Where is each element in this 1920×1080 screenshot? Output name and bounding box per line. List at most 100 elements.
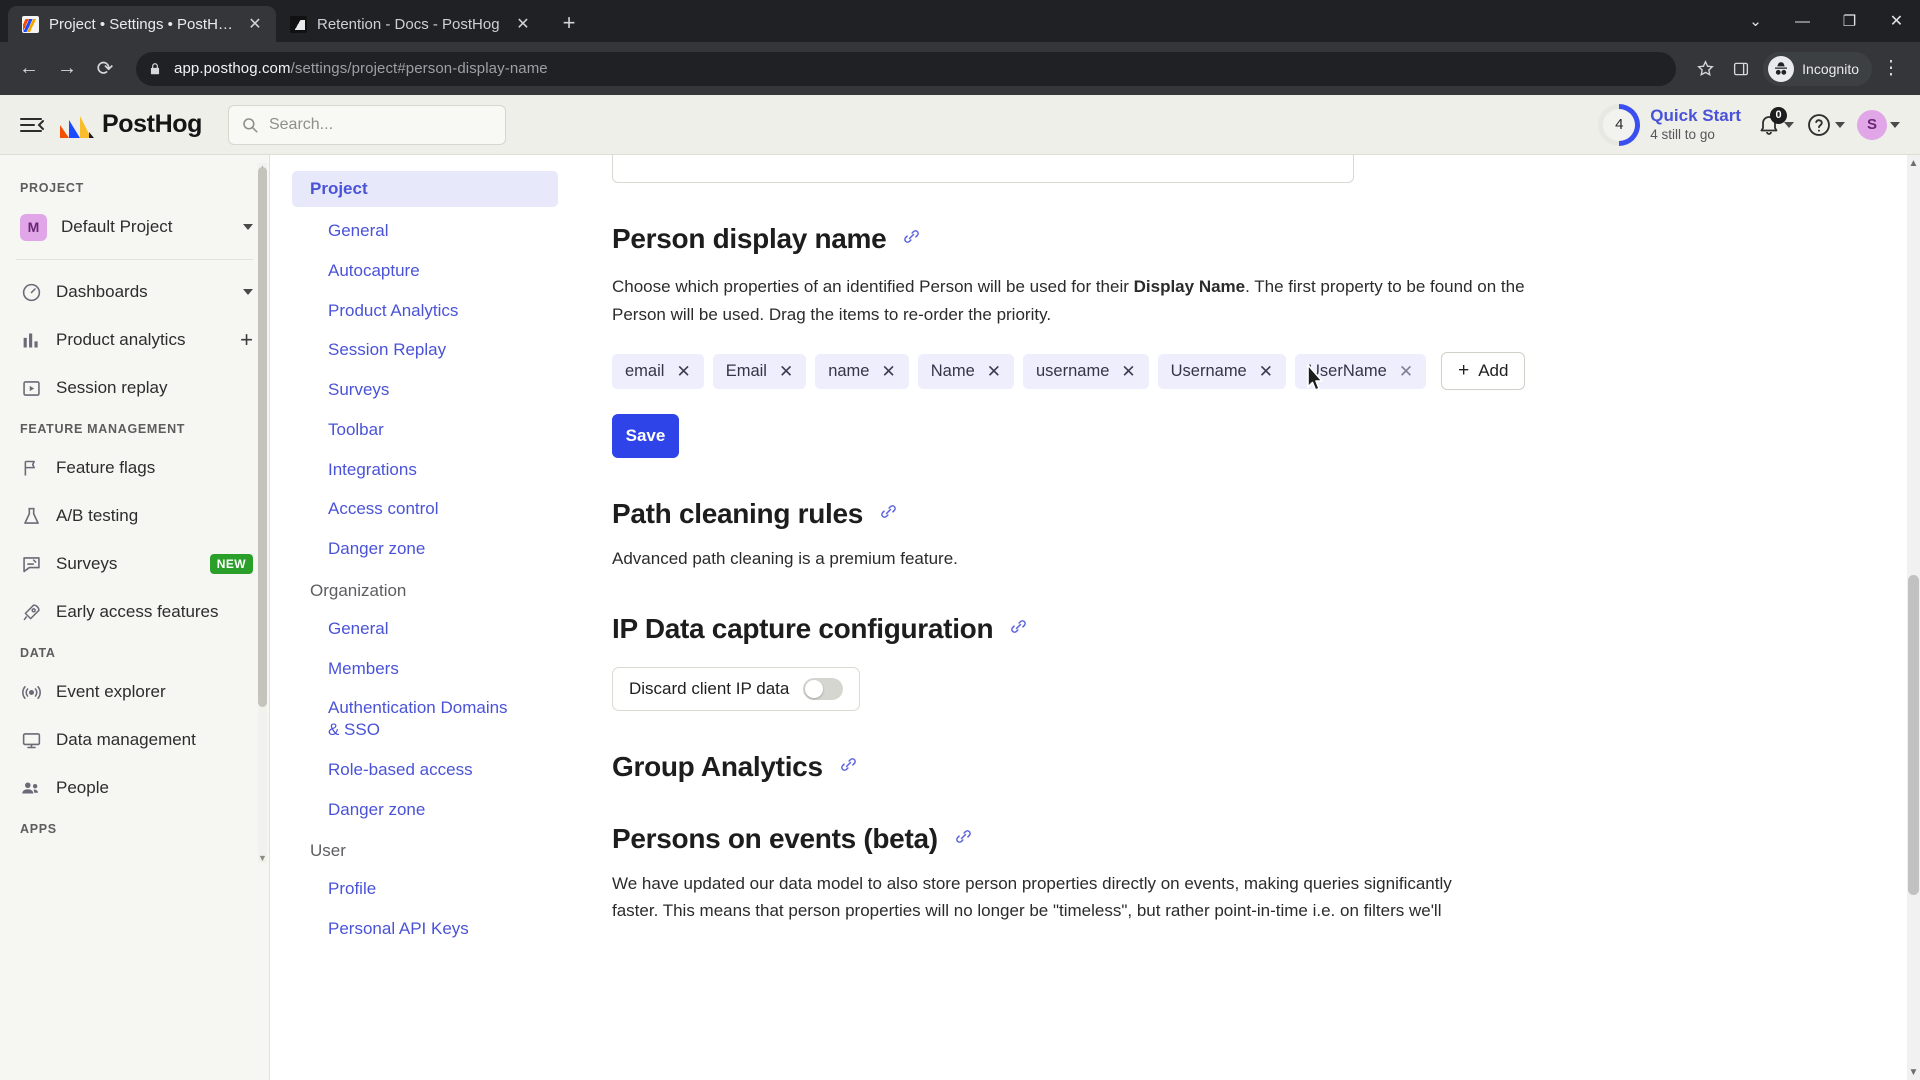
bar-chart-icon <box>20 329 42 351</box>
settings-link-members[interactable]: Members <box>292 649 558 689</box>
page-scrollbar[interactable]: ▲ ▼ <box>1907 155 1920 1080</box>
settings-nav-header-user: User <box>310 841 346 861</box>
add-property-button[interactable]: + Add <box>1441 352 1526 391</box>
close-window-button[interactable]: ✕ <box>1873 0 1920 42</box>
sidebar-item-default-project[interactable]: M Default Project <box>0 203 269 251</box>
property-chip[interactable]: name ✕ <box>815 353 909 389</box>
tab-close-icon[interactable]: ✕ <box>512 13 534 35</box>
scrollbar-thumb[interactable] <box>258 167 267 707</box>
project-badge: M <box>20 213 47 241</box>
reload-button[interactable]: ⟳ <box>88 52 122 86</box>
sidebar-item-surveys[interactable]: Surveys NEW <box>0 540 269 588</box>
search-input[interactable]: Search... <box>227 104 506 145</box>
person-display-name-description: Choose which properties of an identified… <box>612 273 1527 328</box>
sidebar-item-dashboards[interactable]: Dashboards <box>0 268 269 316</box>
sidebar-scrollbar[interactable]: ▲ ▼ <box>258 163 267 863</box>
close-icon[interactable]: ✕ <box>676 363 690 380</box>
discard-client-ip-toggle[interactable] <box>803 677 844 700</box>
settings-link-danger-zone[interactable]: Danger zone <box>292 529 558 569</box>
browser-tab-active[interactable]: Project • Settings • PostHog ✕ <box>8 6 276 42</box>
help-button[interactable] <box>1802 106 1849 144</box>
settings-link-access-control[interactable]: Access control <box>292 489 558 529</box>
sidebar-item-data-management[interactable]: Data management <box>0 716 269 764</box>
browser-tab-inactive[interactable]: Retention - Docs - PostHog ✕ <box>276 6 544 42</box>
help-circle-icon <box>1808 113 1830 136</box>
close-icon[interactable]: ✕ <box>987 363 1001 380</box>
settings-link-toolbar[interactable]: Toolbar <box>292 410 558 450</box>
settings-link-profile[interactable]: Profile <box>292 869 558 909</box>
clipped-input-above[interactable] <box>612 155 1354 183</box>
link-icon[interactable] <box>902 227 921 251</box>
ip-capture-heading: IP Data capture configuration <box>612 613 1880 645</box>
settings-link-integrations[interactable]: Integrations <box>292 450 558 490</box>
survey-icon <box>20 553 42 575</box>
settings-link-session-replay[interactable]: Session Replay <box>292 330 558 370</box>
browser-menu-icon[interactable]: ⋮ <box>1874 52 1908 86</box>
link-icon[interactable] <box>879 502 898 526</box>
settings-link-product-analytics[interactable]: Product Analytics <box>292 291 558 331</box>
property-chip[interactable]: Username ✕ <box>1157 353 1286 389</box>
close-icon[interactable]: ✕ <box>1259 363 1273 380</box>
url-text: app.posthog.com/settings/project#person-… <box>174 60 548 77</box>
sidebar-item-early-access-features[interactable]: Early access features <box>0 588 269 636</box>
quick-start-title: Quick Start <box>1650 105 1741 125</box>
close-icon[interactable]: ✕ <box>1399 363 1413 380</box>
quick-start-count: 4 <box>1603 108 1636 141</box>
sidebar-item-people[interactable]: People <box>0 764 269 812</box>
close-icon[interactable]: ✕ <box>881 363 895 380</box>
settings-link-surveys[interactable]: Surveys <box>292 370 558 410</box>
discard-client-ip-card[interactable]: Discard client IP data <box>612 666 861 711</box>
property-chip[interactable]: Name ✕ <box>917 353 1014 389</box>
incognito-profile-chip[interactable]: Incognito <box>1763 51 1872 86</box>
save-button[interactable]: Save <box>612 414 679 459</box>
sidebar-item-session-replay[interactable]: Session replay <box>0 364 269 412</box>
page-scrollbar-thumb[interactable] <box>1908 575 1919 895</box>
add-insight-button[interactable]: + <box>240 327 253 353</box>
tab-close-icon[interactable]: ✕ <box>244 13 266 35</box>
sidebar-item-label: Feature flags <box>56 458 156 477</box>
quick-start-text: Quick Start 4 still to go <box>1650 106 1741 143</box>
property-chip[interactable]: Email ✕ <box>712 353 807 389</box>
forward-button[interactable]: → <box>50 52 84 86</box>
side-panel-icon[interactable] <box>1724 52 1758 86</box>
link-icon[interactable] <box>1009 617 1028 641</box>
scroll-down-arrow-icon[interactable]: ▼ <box>1907 1064 1920 1080</box>
settings-link-auth-domains-sso[interactable]: Authentication Domains & SSO <box>292 688 558 750</box>
link-icon[interactable] <box>839 755 858 779</box>
star-icon[interactable] <box>1688 52 1722 86</box>
maximize-button[interactable]: ❐ <box>1826 0 1873 42</box>
property-chip[interactable]: username ✕ <box>1023 353 1149 389</box>
close-icon[interactable]: ✕ <box>1121 363 1135 380</box>
quick-start-progress-ring: 4 <box>1598 103 1641 146</box>
tab-search-chevron-icon[interactable]: ⌄ <box>1732 0 1779 42</box>
back-button[interactable]: ← <box>12 52 46 86</box>
property-chip[interactable]: email ✕ <box>612 353 704 389</box>
notifications-button[interactable]: 0 <box>1753 106 1798 143</box>
minimize-button[interactable]: — <box>1779 0 1826 42</box>
chevron-down-icon[interactable] <box>243 289 253 295</box>
settings-link-general[interactable]: General <box>292 211 558 251</box>
settings-link-personal-api-keys[interactable]: Personal API Keys <box>292 909 558 949</box>
sidebar-item-feature-flags[interactable]: Feature flags <box>0 444 269 492</box>
sidebar-item-product-analytics[interactable]: Product analytics + <box>0 316 269 364</box>
settings-link-role-based-access[interactable]: Role-based access <box>292 750 558 790</box>
posthog-app: PostHog Search... 4 Quick Start 4 still … <box>0 95 1920 1080</box>
hamburger-icon[interactable] <box>16 109 48 141</box>
lock-icon <box>148 62 162 76</box>
user-menu-button[interactable]: S <box>1853 104 1904 146</box>
sidebar-item-ab-testing[interactable]: A/B testing <box>0 492 269 540</box>
new-tab-button[interactable]: + <box>554 8 584 38</box>
link-icon[interactable] <box>954 827 973 851</box>
sidebar-item-event-explorer[interactable]: Event explorer <box>0 668 269 716</box>
settings-link-org-danger-zone[interactable]: Danger zone <box>292 790 558 830</box>
posthog-logo[interactable]: PostHog <box>60 110 202 139</box>
property-chip-hovered[interactable]: UserName ✕ <box>1295 353 1427 389</box>
scroll-up-arrow-icon[interactable]: ▲ <box>1907 155 1920 171</box>
settings-link-autocapture[interactable]: Autocapture <box>292 251 558 291</box>
scroll-down-arrow-icon[interactable]: ▼ <box>258 853 267 863</box>
address-bar[interactable]: app.posthog.com/settings/project#person-… <box>136 51 1677 86</box>
close-icon[interactable]: ✕ <box>779 363 793 380</box>
settings-nav-header-project[interactable]: Project <box>292 171 558 207</box>
settings-link-org-general[interactable]: General <box>292 609 558 649</box>
quick-start-widget[interactable]: 4 Quick Start 4 still to go <box>1590 102 1749 148</box>
